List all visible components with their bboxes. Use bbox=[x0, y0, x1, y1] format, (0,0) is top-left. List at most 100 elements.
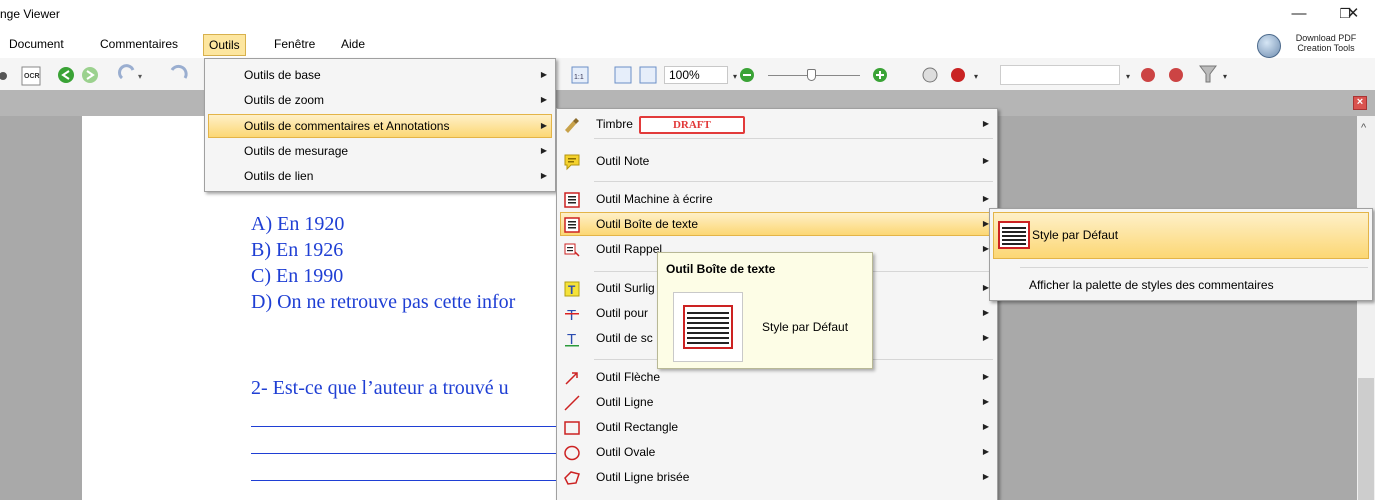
callout-icon bbox=[564, 243, 580, 257]
menu-separator bbox=[1020, 267, 1368, 268]
tooltip-preview bbox=[673, 292, 743, 362]
menu-outils[interactable]: Outils bbox=[203, 34, 246, 56]
submenu-arrow-icon: ▶ bbox=[982, 472, 989, 481]
menu-item-label: Outil Flèche bbox=[596, 370, 661, 384]
download-line1: Download PDF bbox=[1295, 33, 1357, 43]
menu-item-timbre[interactable]: Timbre DRAFT ▶ bbox=[560, 112, 994, 136]
view-icon bbox=[922, 67, 938, 83]
submenu-arrow-icon: ▶ bbox=[982, 447, 989, 456]
menu-aide[interactable]: Aide bbox=[336, 34, 370, 56]
scroll-up-icon[interactable]: ^ bbox=[1361, 122, 1366, 134]
rectangle-icon bbox=[564, 421, 580, 435]
submenu-arrow-icon: ▶ bbox=[982, 397, 989, 406]
note-icon bbox=[564, 154, 580, 171]
menu-item-label: Style par Défaut bbox=[1032, 228, 1119, 242]
search-next-icon bbox=[1169, 68, 1183, 82]
answer-line bbox=[251, 453, 557, 454]
ask-icon bbox=[951, 68, 965, 82]
menu-item-outil-note[interactable]: Outil Note ▶ bbox=[560, 149, 994, 173]
submenu-arrow-icon: ▶ bbox=[982, 333, 989, 342]
ocr-label: OCR bbox=[24, 73, 40, 80]
download-line2: Creation Tools bbox=[1297, 43, 1355, 53]
textbox-icon bbox=[564, 217, 580, 233]
answer-line bbox=[251, 426, 557, 427]
answer-d: D) On ne retrouve pas cette infor bbox=[251, 291, 516, 313]
draft-stamp-preview: DRAFT bbox=[638, 115, 745, 134]
menu-item-label: Outils de zoom bbox=[244, 93, 325, 107]
svg-text:▾: ▾ bbox=[138, 72, 142, 81]
zoom-slider-thumb[interactable] bbox=[807, 69, 816, 81]
back-icon bbox=[58, 67, 74, 83]
menu-commentaires[interactable]: Commentaires bbox=[95, 34, 183, 56]
undo-icon bbox=[118, 64, 135, 80]
menu-bar: Document Commentaires Outils Fenêtre Aid… bbox=[0, 30, 1375, 58]
minimize-button[interactable]: — bbox=[1276, 0, 1322, 30]
submenu-arrow-icon: ▶ bbox=[982, 422, 989, 431]
scrollbar-thumb[interactable] bbox=[1358, 378, 1374, 500]
menu-item-ligne[interactable]: Outil Ligne ▶ bbox=[560, 390, 994, 414]
search-input[interactable] bbox=[1000, 65, 1120, 85]
menu-item-label: Outil Boîte de texte bbox=[596, 217, 699, 231]
menu-item-afficher-palette[interactable]: Afficher la palette de styles des commen… bbox=[993, 273, 1369, 297]
menu-item-label: Outil Ovale bbox=[596, 445, 656, 459]
menu-item-outils-de-mesurage[interactable]: Outils de mesurage ▶ bbox=[208, 139, 552, 163]
menu-item-style-par-defaut[interactable]: Style par Défaut bbox=[993, 212, 1369, 259]
menu-separator bbox=[594, 181, 993, 182]
menu-item-label: Outil pour bbox=[596, 306, 649, 320]
menu-item-label: Outil Machine à écrire bbox=[596, 192, 713, 206]
menu-fenetre[interactable]: Fenêtre bbox=[269, 34, 320, 56]
menu-item-rectangle[interactable]: Outil Rectangle ▶ bbox=[560, 415, 994, 439]
tooltip-title: Outil Boîte de texte bbox=[666, 262, 776, 276]
underline-icon: T bbox=[565, 331, 579, 348]
fit-width-icon bbox=[639, 66, 657, 84]
line-icon bbox=[564, 395, 580, 411]
svg-text:▾: ▾ bbox=[974, 72, 978, 81]
download-globe-icon bbox=[1257, 34, 1281, 58]
tooltip-style-label: Style par Défaut bbox=[762, 320, 849, 334]
answer-line bbox=[251, 480, 557, 481]
menu-item-ovale[interactable]: Outil Ovale ▶ bbox=[560, 440, 994, 464]
answer-c: C) En 1990 bbox=[251, 265, 344, 287]
polyline-icon bbox=[564, 471, 580, 485]
submenu-arrow-icon: ▶ bbox=[982, 308, 989, 317]
svg-text:▾: ▾ bbox=[1223, 72, 1227, 81]
menu-document[interactable]: Document bbox=[4, 34, 69, 56]
menu-item-label: Afficher la palette de styles des commen… bbox=[1029, 278, 1274, 292]
menu-item-machine-a-ecrire[interactable]: Outil Machine à écrire ▶ bbox=[560, 187, 994, 211]
menu-item-outils-de-zoom[interactable]: Outils de zoom ▶ bbox=[208, 88, 552, 112]
answer-b: B) En 1926 bbox=[251, 239, 344, 261]
menu-item-label: Outil Rappel bbox=[596, 242, 663, 256]
submenu-arrow-icon: ▶ bbox=[540, 146, 547, 155]
menu-item-label: Outil Ligne bbox=[596, 395, 654, 409]
submenu-arrow-icon: ▶ bbox=[540, 121, 547, 130]
menu-item-outils-commentaires[interactable]: Outils de commentaires et Annotations ▶ bbox=[208, 114, 552, 138]
zoom-level-input[interactable]: 100% bbox=[664, 66, 728, 84]
vertical-scrollbar[interactable]: ^ bbox=[1357, 116, 1375, 500]
svg-text:T: T bbox=[568, 283, 576, 297]
close-document-icon[interactable]: × bbox=[1353, 96, 1367, 110]
filter-icon bbox=[1199, 65, 1217, 83]
svg-text:1:1: 1:1 bbox=[574, 74, 584, 81]
arrow-icon bbox=[565, 372, 578, 385]
answer-a: A) En 1920 bbox=[251, 213, 345, 235]
menu-item-label: Outils de lien bbox=[244, 169, 314, 183]
svg-text:T: T bbox=[567, 307, 576, 323]
menu-item-ligne-brisee[interactable]: Outil Ligne brisée ▶ bbox=[560, 465, 994, 489]
menu-item-boite-de-texte[interactable]: Outil Boîte de texte ▶ bbox=[560, 212, 994, 236]
svg-text:▾: ▾ bbox=[733, 72, 737, 81]
download-label: Download PDF Creation Tools bbox=[1286, 33, 1366, 53]
textbox-tooltip: Outil Boîte de texte Style par Défaut bbox=[657, 252, 873, 369]
submenu-arrow-icon: ▶ bbox=[982, 119, 989, 128]
menu-item-outils-de-base[interactable]: Outils de base ▶ bbox=[208, 63, 552, 87]
menu-separator bbox=[594, 138, 993, 139]
submenu-arrow-icon: ▶ bbox=[982, 194, 989, 203]
submenu-arrow-icon: ▶ bbox=[982, 372, 989, 381]
title-bar: nge Viewer — ❐ bbox=[0, 0, 1375, 30]
menu-item-label: Outil Note bbox=[596, 154, 650, 168]
submenu-arrow-icon: ▶ bbox=[982, 156, 989, 165]
menu-item-outils-de-lien[interactable]: Outils de lien ▶ bbox=[208, 164, 552, 188]
highlight-icon: T bbox=[564, 281, 580, 297]
strikeout-icon: T bbox=[565, 307, 579, 323]
download-pdf-tools-button[interactable]: Download PDF Creation Tools bbox=[1252, 33, 1370, 59]
outils-menu: Outils de base ▶ Outils de zoom ▶ Outils d… bbox=[204, 58, 556, 192]
